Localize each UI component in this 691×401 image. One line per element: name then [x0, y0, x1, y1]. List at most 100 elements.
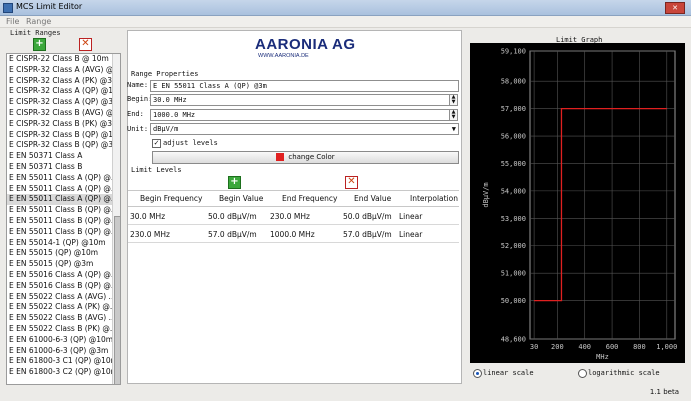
list-item[interactable]: E CISPR-32 Class B (AVG) @...	[7, 108, 120, 119]
y-tick-label: 52,000	[501, 242, 526, 250]
table-cell[interactable]: Linear	[399, 212, 422, 221]
log-scale-radio[interactable]	[578, 369, 587, 378]
y-tick-label: 51,000	[501, 270, 526, 278]
list-item[interactable]: E EN 55015 (QP) @3m	[7, 259, 120, 270]
unit-select[interactable]: dBµV/m ▼	[150, 123, 459, 135]
limit-graph: 48,600 50,000 51,000 52,000 53,000 54,000 55,0…	[470, 43, 685, 363]
brand-name: AARONIA AG	[255, 36, 356, 53]
limit-ranges-list[interactable]: E CISPR-22 Class B @ 10m E CISPR-32 Class…	[6, 53, 121, 385]
y-tick-label: 50,000	[501, 297, 526, 305]
list-item[interactable]: E EN 55022 Class B (PK) @...	[7, 324, 120, 335]
list-item[interactable]: E EN 55011 Class A (QP) @...	[7, 173, 120, 184]
table-row[interactable]: 230.0 MHz 57.0 dBµV/m 1000.0 MHz 57.0 dBµV/…	[128, 225, 459, 243]
list-item[interactable]: E EN 55011 Class B (QP) @...	[7, 205, 120, 216]
y-tick-label: 55,000	[501, 160, 526, 168]
end-field[interactable]: 1000.0 MHz	[150, 109, 450, 121]
app-icon	[3, 3, 13, 13]
add-range-button[interactable]: +	[33, 38, 46, 51]
delete-level-button[interactable]: ✕	[345, 176, 358, 189]
col-end-frequency[interactable]: End Frequency	[282, 194, 337, 203]
list-item[interactable]: E EN 55022 Class B (AVG) ...	[7, 313, 120, 324]
menu-file[interactable]: File	[6, 17, 19, 26]
x-tick-label: 30	[530, 343, 538, 351]
table-cell[interactable]: 30.0 MHz	[130, 212, 165, 221]
col-interpolation[interactable]: Interpolation	[410, 194, 458, 203]
adjust-levels-label: adjust levels	[163, 139, 218, 147]
y-tick-label: 57,000	[501, 105, 526, 113]
chevron-down-icon: ▼	[451, 125, 456, 133]
list-item[interactable]: E EN 50371 Class B	[7, 162, 120, 173]
list-item[interactable]: E EN 61800-3 C2 (QP) @10m	[7, 367, 120, 378]
list-item[interactable]: E EN 55011 Class B (QP) @...	[7, 216, 120, 227]
table-cell[interactable]: 57.0 dBµV/m	[343, 230, 392, 239]
list-item[interactable]: E EN 55022 Class A (PK) @...	[7, 302, 120, 313]
y-tick-label: 53,000	[501, 215, 526, 223]
begin-spinner[interactable]: ▲ ▼	[449, 94, 458, 106]
list-item[interactable]: E EN 55015 (QP) @10m	[7, 248, 120, 259]
table-cell[interactable]: 57.0 dBµV/m	[208, 230, 257, 239]
table-cell[interactable]: 1000.0 MHz	[270, 230, 315, 239]
plot-frame	[529, 50, 676, 340]
end-label: End:	[127, 110, 144, 118]
table-cell[interactable]: 230.0 MHz	[130, 230, 170, 239]
list-item[interactable]: E EN 55016 Class B (QP) @...	[7, 281, 120, 292]
list-item[interactable]: E CISPR-32 Class B (QP) @3m	[7, 140, 120, 151]
list-item[interactable]: E EN 61000-6-3 (QP) @10m	[7, 335, 120, 346]
log-scale-label: logarithmic scale	[588, 369, 660, 377]
list-item[interactable]: E EN 61800-3 C1 (QP) @10m	[7, 356, 120, 367]
linear-scale-radio[interactable]	[473, 369, 482, 378]
adjust-levels-checkbox[interactable]: ✓	[152, 139, 161, 148]
list-item[interactable]: E CISPR-32 Class A (AVG) @...	[7, 65, 120, 76]
list-item[interactable]: E CISPR-22 Class B @ 10m	[7, 54, 120, 65]
table-cell[interactable]: Linear	[399, 230, 422, 239]
list-item[interactable]: E CISPR-32 Class A (QP) @1...	[7, 86, 120, 97]
table-cell[interactable]: 50.0 dBµV/m	[208, 212, 257, 221]
window-title: MCS Limit Editor	[16, 2, 83, 11]
x-tick-label: 1,000	[656, 343, 677, 351]
limit-levels-table: Begin Frequency Begin Value End Frequenc…	[128, 190, 459, 243]
y-tick-label: 58,000	[501, 78, 526, 86]
limit-ranges-label: Limit Ranges	[10, 29, 61, 37]
range-properties-label: Range Properties	[131, 70, 199, 78]
title-bar: MCS Limit Editor ✕	[0, 0, 691, 16]
change-color-button[interactable]: change Color	[152, 151, 459, 164]
x-tick-label: 800	[633, 343, 646, 351]
list-item[interactable]: E CISPR-32 Class B (QP) @1...	[7, 130, 120, 141]
x-tick-label: 400	[578, 343, 591, 351]
scrollbar-thumb[interactable]	[114, 216, 120, 384]
table-cell[interactable]: 230.0 MHz	[270, 212, 310, 221]
list-item[interactable]: E CISPR-32 Class A (QP) @3m	[7, 97, 120, 108]
list-item[interactable]: E EN 50371 Class A	[7, 151, 120, 162]
begin-field[interactable]: 30.0 MHz	[150, 94, 450, 106]
list-item[interactable]: E EN 55014-1 (QP) @10m	[7, 238, 120, 249]
delete-range-button[interactable]: ✕	[79, 38, 92, 51]
list-item[interactable]: E EN 55016 Class A (QP) @...	[7, 270, 120, 281]
list-item[interactable]: E CISPR-32 Class B (PK) @3...	[7, 119, 120, 130]
brand-logo: AARONIA AG WWW.AARONIA.DE	[255, 36, 356, 59]
y-tick-label: 48,600	[501, 336, 526, 344]
y-tick-label: 59,100	[501, 48, 526, 56]
table-row[interactable]: 30.0 MHz 50.0 dBµV/m 230.0 MHz 50.0 dBµV/m L…	[128, 207, 459, 225]
list-item[interactable]: E EN 61000-6-3 (QP) @3m	[7, 346, 120, 357]
col-begin-value[interactable]: Begin Value	[219, 194, 263, 203]
end-spinner[interactable]: ▲ ▼	[449, 109, 458, 121]
table-cell[interactable]: 50.0 dBµV/m	[343, 212, 392, 221]
list-item[interactable]: E CISPR-32 Class A (PK) @3...	[7, 76, 120, 87]
x-tick-label: 200	[551, 343, 564, 351]
limit-levels-label: Limit Levels	[131, 166, 182, 174]
list-item[interactable]: E EN 55022 Class A (AVG) ...	[7, 292, 120, 303]
close-button[interactable]: ✕	[665, 2, 685, 14]
col-begin-frequency[interactable]: Begin Frequency	[140, 194, 203, 203]
add-level-button[interactable]: +	[228, 176, 241, 189]
menu-range[interactable]: Range	[26, 17, 51, 26]
unit-value: dBµV/m	[153, 125, 179, 133]
col-end-value[interactable]: End Value	[354, 194, 391, 203]
change-color-label: change Color	[288, 153, 335, 161]
list-item[interactable]: E EN 55011 Class A (QP) @...	[7, 184, 120, 195]
version-label: 1.1 beta	[649, 388, 679, 396]
list-item[interactable]: E EN 55011 Class A (QP) @...	[7, 194, 120, 206]
scrollbar[interactable]	[112, 54, 120, 384]
name-field[interactable]: E EN 55011 Class A (QP) @3m	[150, 80, 459, 92]
list-item[interactable]: E EN 55011 Class B (QP) @...	[7, 227, 120, 238]
limit-line	[534, 107, 667, 302]
